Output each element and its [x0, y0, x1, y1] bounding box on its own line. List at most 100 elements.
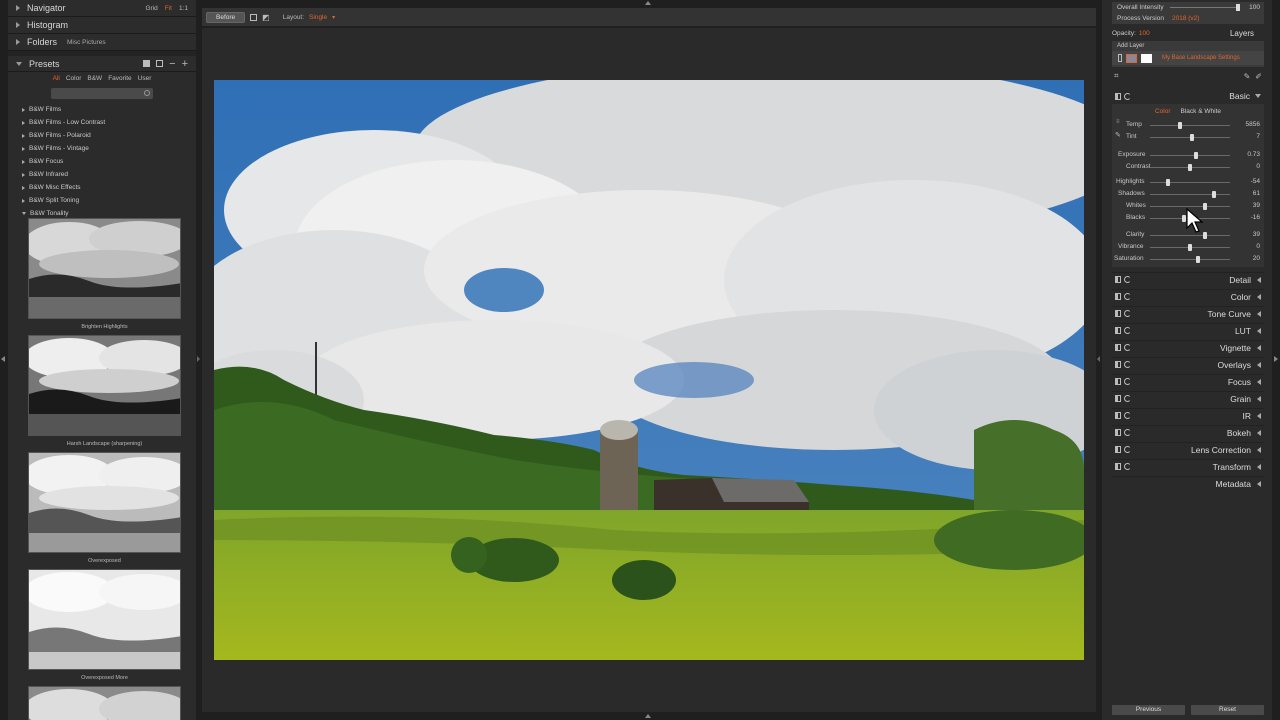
- eyedropper-icon[interactable]: ✎: [1115, 131, 1121, 139]
- section-header-grain[interactable]: Grain: [1112, 391, 1264, 405]
- visibility-icon[interactable]: [1118, 54, 1122, 62]
- toggle-icon[interactable]: [1115, 293, 1121, 300]
- slider-track[interactable]: [1150, 256, 1230, 263]
- toggle-icon[interactable]: [1115, 344, 1121, 351]
- opacity-dropdown[interactable]: 100: [1139, 30, 1150, 37]
- toggle-icon[interactable]: [1115, 378, 1121, 385]
- tab-color[interactable]: Color: [1155, 108, 1171, 115]
- reset-icon[interactable]: [1124, 310, 1131, 317]
- preset-category[interactable]: B&W Films - Polaroid: [8, 129, 196, 142]
- collapse-left-arrow-icon[interactable]: [1, 356, 5, 362]
- slider-track[interactable]: [1150, 191, 1230, 198]
- toggle-icon[interactable]: [1115, 429, 1121, 436]
- list-view-icon[interactable]: [156, 60, 164, 67]
- reset-icon[interactable]: [1124, 344, 1131, 351]
- slider-handle[interactable]: [1212, 191, 1216, 198]
- slider-handle[interactable]: [1178, 122, 1183, 129]
- collapse-right-arrow-icon[interactable]: [1274, 356, 1278, 362]
- preset-category[interactable]: B&W Misc Effects: [8, 181, 196, 194]
- before-button[interactable]: Before: [206, 11, 246, 23]
- collapse-bottom-arrow-icon[interactable]: [645, 714, 651, 718]
- section-header-tone-curve[interactable]: Tone Curve: [1112, 306, 1264, 320]
- slider-handle[interactable]: [1193, 152, 1198, 159]
- section-header-lut[interactable]: LUT: [1112, 323, 1264, 337]
- reset-icon[interactable]: [1124, 429, 1131, 436]
- tab-all[interactable]: All: [53, 75, 60, 87]
- reset-icon[interactable]: [1124, 327, 1131, 334]
- reset-icon[interactable]: [1124, 92, 1131, 100]
- slider-handle[interactable]: [1236, 4, 1240, 11]
- preset-category[interactable]: B&W Focus: [8, 155, 196, 168]
- preset-search-input[interactable]: [51, 88, 153, 99]
- previous-button[interactable]: Previous: [1112, 705, 1185, 715]
- reset-icon[interactable]: [1124, 293, 1131, 300]
- slider-track[interactable]: [1150, 122, 1230, 129]
- toggle-icon[interactable]: [1115, 463, 1121, 470]
- process-version-dropdown[interactable]: 2018 (v2): [1172, 15, 1199, 22]
- reset-icon[interactable]: [1124, 412, 1131, 419]
- toggle-icon[interactable]: [1115, 276, 1121, 283]
- section-header-transform[interactable]: Transform: [1112, 459, 1264, 473]
- reset-icon[interactable]: [1124, 361, 1131, 368]
- tab-favorite[interactable]: Favorite: [108, 75, 131, 87]
- slider-track[interactable]: [1150, 244, 1230, 251]
- preset-thumbnail[interactable]: [28, 569, 181, 670]
- add-layer-button[interactable]: Add Layer: [1112, 41, 1264, 51]
- preset-thumbnail[interactable]: [28, 218, 181, 319]
- preset-category[interactable]: B&W Films: [8, 103, 196, 116]
- section-header-color[interactable]: Color: [1112, 289, 1264, 303]
- reset-button[interactable]: Reset: [1191, 705, 1264, 715]
- section-header-bokeh[interactable]: Bokeh: [1112, 425, 1264, 439]
- grid-option[interactable]: Grid: [145, 5, 157, 12]
- toggle-icon[interactable]: [1115, 327, 1121, 334]
- slider-track[interactable]: [1150, 152, 1230, 159]
- slider-track[interactable]: [1150, 164, 1230, 171]
- reset-icon[interactable]: [1124, 463, 1131, 470]
- toggle-icon[interactable]: [1115, 446, 1121, 453]
- section-header-overlays[interactable]: Overlays: [1112, 357, 1264, 371]
- slider-handle[interactable]: [1166, 179, 1171, 186]
- preset-category[interactable]: B&W Split Toning: [8, 194, 196, 207]
- section-header-vignette[interactable]: Vignette: [1112, 340, 1264, 354]
- section-header-lens-correction[interactable]: Lens Correction: [1112, 442, 1264, 456]
- basic-section-header[interactable]: Basic: [1112, 89, 1264, 103]
- slider-handle[interactable]: [1196, 256, 1200, 263]
- slider-handle[interactable]: [1188, 244, 1192, 251]
- histogram-header[interactable]: Histogram: [8, 17, 196, 34]
- brush-icon[interactable]: ✎: [1244, 72, 1251, 81]
- fit-option[interactable]: Fit: [165, 5, 172, 12]
- minus-icon[interactable]: −: [169, 58, 175, 69]
- toggle-icon[interactable]: [1115, 310, 1121, 317]
- main-photo[interactable]: [214, 80, 1084, 660]
- eraser-icon[interactable]: ✐: [1255, 72, 1262, 81]
- section-header-focus[interactable]: Focus: [1112, 374, 1264, 388]
- reset-icon[interactable]: [1124, 395, 1131, 402]
- preset-category[interactable]: B&W Films - Vintage: [8, 142, 196, 155]
- tab-user[interactable]: User: [138, 75, 152, 87]
- preset-thumbnail[interactable]: [28, 335, 181, 436]
- folders-header[interactable]: Folders Misc Pictures: [8, 34, 196, 51]
- metadata-section-header[interactable]: Metadata: [1112, 476, 1264, 490]
- compare-icon[interactable]: [250, 13, 258, 21]
- preset-category[interactable]: B&W Films - Low Contrast: [8, 116, 196, 129]
- grid-view-icon[interactable]: [143, 60, 151, 67]
- presets-header[interactable]: Presets − +: [8, 56, 196, 72]
- split-view-icon[interactable]: ◩: [262, 13, 270, 22]
- tab-color[interactable]: Color: [66, 75, 82, 87]
- slider-handle[interactable]: [1190, 134, 1195, 141]
- slider-track[interactable]: [1150, 179, 1230, 186]
- layer-row[interactable]: My Base Landscape Settings: [1112, 51, 1264, 65]
- section-header-ir[interactable]: IR: [1112, 408, 1264, 422]
- slider-track[interactable]: [1150, 134, 1230, 141]
- slider-track[interactable]: [1150, 232, 1230, 239]
- left-panel-toggle-icon[interactable]: [197, 356, 200, 362]
- preset-thumbnail[interactable]: [28, 452, 181, 553]
- one-to-one-option[interactable]: 1:1: [179, 5, 188, 12]
- slider-handle[interactable]: [1188, 164, 1192, 171]
- layer-name[interactable]: My Base Landscape Settings: [1162, 55, 1240, 61]
- toggle-icon[interactable]: [1115, 412, 1121, 419]
- reset-icon[interactable]: [1124, 446, 1131, 453]
- toggle-icon[interactable]: [1115, 92, 1121, 100]
- tab-black-white[interactable]: Black & White: [1181, 108, 1221, 115]
- menu-icon[interactable]: ≡: [1116, 119, 1120, 125]
